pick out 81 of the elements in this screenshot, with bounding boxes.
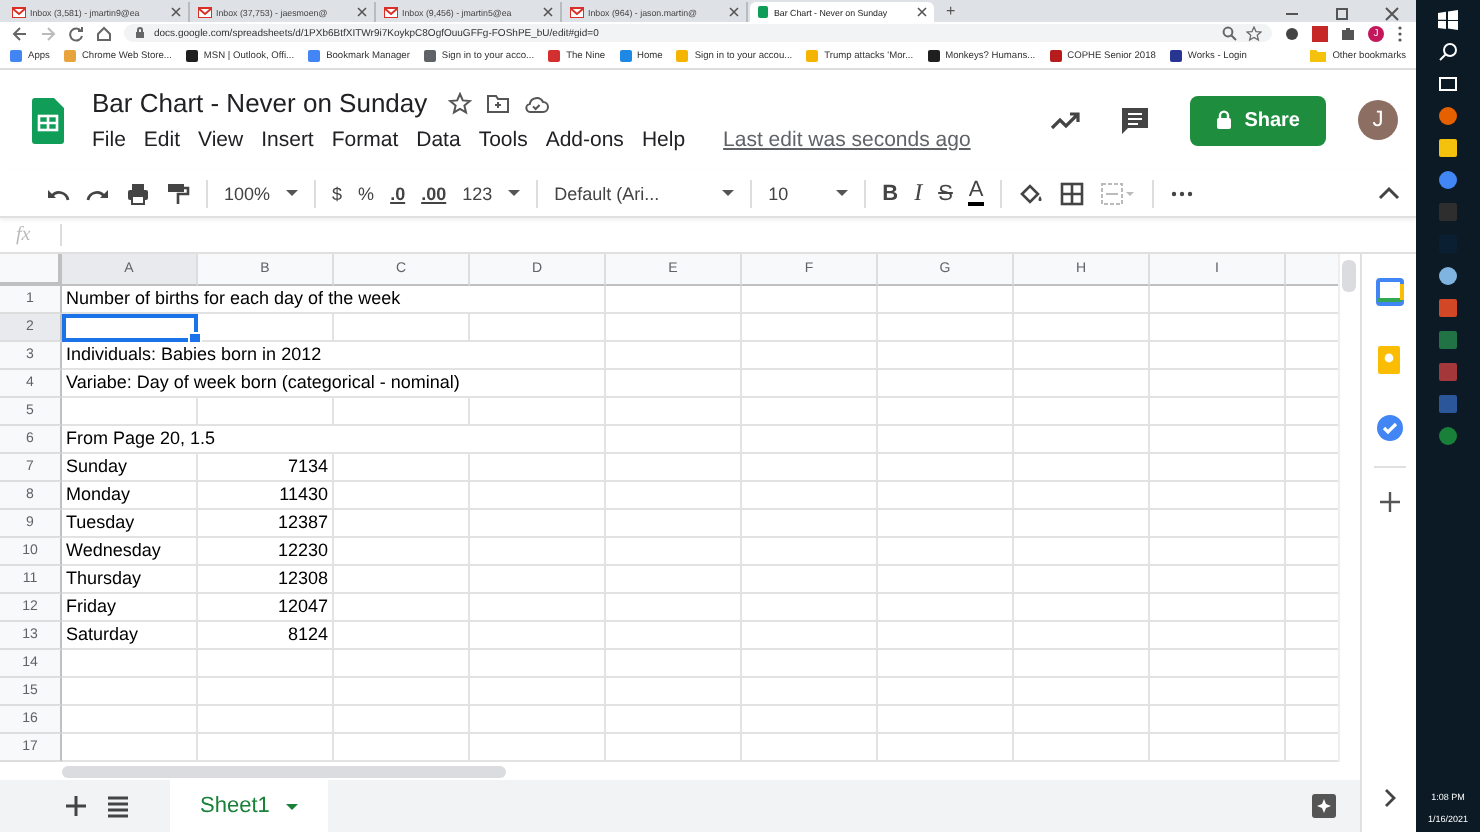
lock-icon xyxy=(1216,110,1233,130)
share-button[interactable]: Share xyxy=(1190,95,1326,145)
menu-item[interactable]: Add-ons xyxy=(545,128,624,152)
scrollbar-thumb[interactable] xyxy=(62,765,506,777)
search-icon[interactable] xyxy=(1438,42,1458,62)
percent-button[interactable]: % xyxy=(358,183,375,203)
italic-button[interactable]: I xyxy=(914,178,923,208)
decrease-decimal-button[interactable]: .0 xyxy=(390,183,406,203)
table-cell: Number of births for each day of the week xyxy=(62,286,470,314)
mail-icon xyxy=(570,6,584,18)
font-dropdown[interactable]: Default (Ari... xyxy=(554,183,735,203)
increase-decimal-button[interactable]: .00 xyxy=(421,183,447,203)
all-sheets-icon[interactable] xyxy=(108,795,128,817)
merge-cells-icon[interactable] xyxy=(1099,181,1136,205)
menu-item[interactable]: Data xyxy=(416,128,461,152)
mail-icon xyxy=(384,6,398,18)
more-icon[interactable] xyxy=(1169,189,1194,197)
collapse-icon[interactable] xyxy=(1378,186,1400,200)
table-cell: From Page 20, 1.5 xyxy=(62,426,470,454)
account-avatar[interactable]: J xyxy=(1358,100,1398,140)
windows-logo-icon[interactable] xyxy=(1438,10,1458,30)
more-icon[interactable] xyxy=(1396,25,1404,41)
menu-item[interactable]: Format xyxy=(331,128,399,152)
zoom-icon[interactable] xyxy=(1222,25,1238,41)
star-icon[interactable] xyxy=(1246,25,1262,41)
comment-icon[interactable] xyxy=(1120,105,1151,135)
calendar-icon[interactable] xyxy=(1375,278,1403,306)
caret-icon xyxy=(286,190,299,196)
close-icon[interactable] xyxy=(1384,6,1400,22)
back-arrow-icon[interactable] xyxy=(12,25,28,41)
add-icon[interactable] xyxy=(1379,492,1399,512)
add-sheet-icon[interactable] xyxy=(66,796,86,816)
home-icon[interactable] xyxy=(96,25,112,41)
close-icon[interactable] xyxy=(542,6,554,18)
reload-icon[interactable] xyxy=(68,25,84,41)
menu-item[interactable]: View xyxy=(198,128,244,152)
tasks-icon[interactable] xyxy=(1375,414,1403,442)
document-title[interactable]: Bar Chart - Never on Sunday xyxy=(92,88,428,118)
star-icon[interactable] xyxy=(447,91,472,115)
zoom-dropdown[interactable]: 100% xyxy=(224,183,299,203)
close-icon[interactable] xyxy=(916,6,928,18)
task-view-icon[interactable] xyxy=(1438,74,1458,94)
close-icon[interactable] xyxy=(170,6,182,18)
mail-icon xyxy=(198,6,212,18)
currency-button[interactable]: $ xyxy=(332,183,343,203)
fill-color-icon[interactable] xyxy=(1017,181,1044,205)
explore-icon[interactable] xyxy=(1312,794,1336,818)
caret-icon xyxy=(836,190,849,196)
mail-icon xyxy=(12,6,26,18)
selected-cell[interactable] xyxy=(62,314,198,342)
trend-chart-icon[interactable] xyxy=(1050,106,1081,134)
table-cell: Variabe: Day of week born (categorical - nominal) xyxy=(62,370,470,398)
chevron-right-icon[interactable] xyxy=(1383,788,1395,808)
cloud-icon[interactable] xyxy=(523,91,550,115)
close-icon[interactable] xyxy=(728,6,740,18)
caret-icon xyxy=(285,803,298,809)
menu-item[interactable]: Tools xyxy=(478,128,528,152)
caret-icon xyxy=(508,190,521,196)
formula-label: fx xyxy=(14,224,33,246)
borders-icon[interactable] xyxy=(1059,181,1084,205)
menu-item[interactable]: Help xyxy=(641,128,686,152)
scrollbar-thumb[interactable] xyxy=(1342,260,1356,292)
maximize-icon[interactable] xyxy=(1334,6,1350,22)
print-icon[interactable] xyxy=(126,181,150,205)
font-size-dropdown[interactable]: 10 xyxy=(768,183,849,203)
menu-item[interactable]: File xyxy=(92,128,126,152)
menu-item[interactable]: Insert xyxy=(261,128,314,152)
caret-icon xyxy=(722,190,735,196)
table-cell: Individuals: Babies born in 2012 xyxy=(62,342,470,370)
number-format-dropdown[interactable]: 123 xyxy=(462,183,521,203)
menu-item[interactable]: Edit xyxy=(143,128,181,152)
paint-format-icon[interactable] xyxy=(166,181,190,205)
last-edit-link[interactable]: Last edit was seconds ago xyxy=(723,128,971,152)
bold-button[interactable]: B xyxy=(882,181,899,205)
sheets-logo-icon[interactable] xyxy=(32,97,64,143)
sheet-tab[interactable]: Sheet1 xyxy=(170,780,328,832)
close-icon[interactable] xyxy=(356,6,368,18)
strikethrough-button[interactable]: S xyxy=(938,181,953,205)
text-color-button[interactable]: A xyxy=(968,180,984,206)
lock-icon xyxy=(134,26,146,40)
new-tab-button[interactable]: + xyxy=(936,2,966,22)
